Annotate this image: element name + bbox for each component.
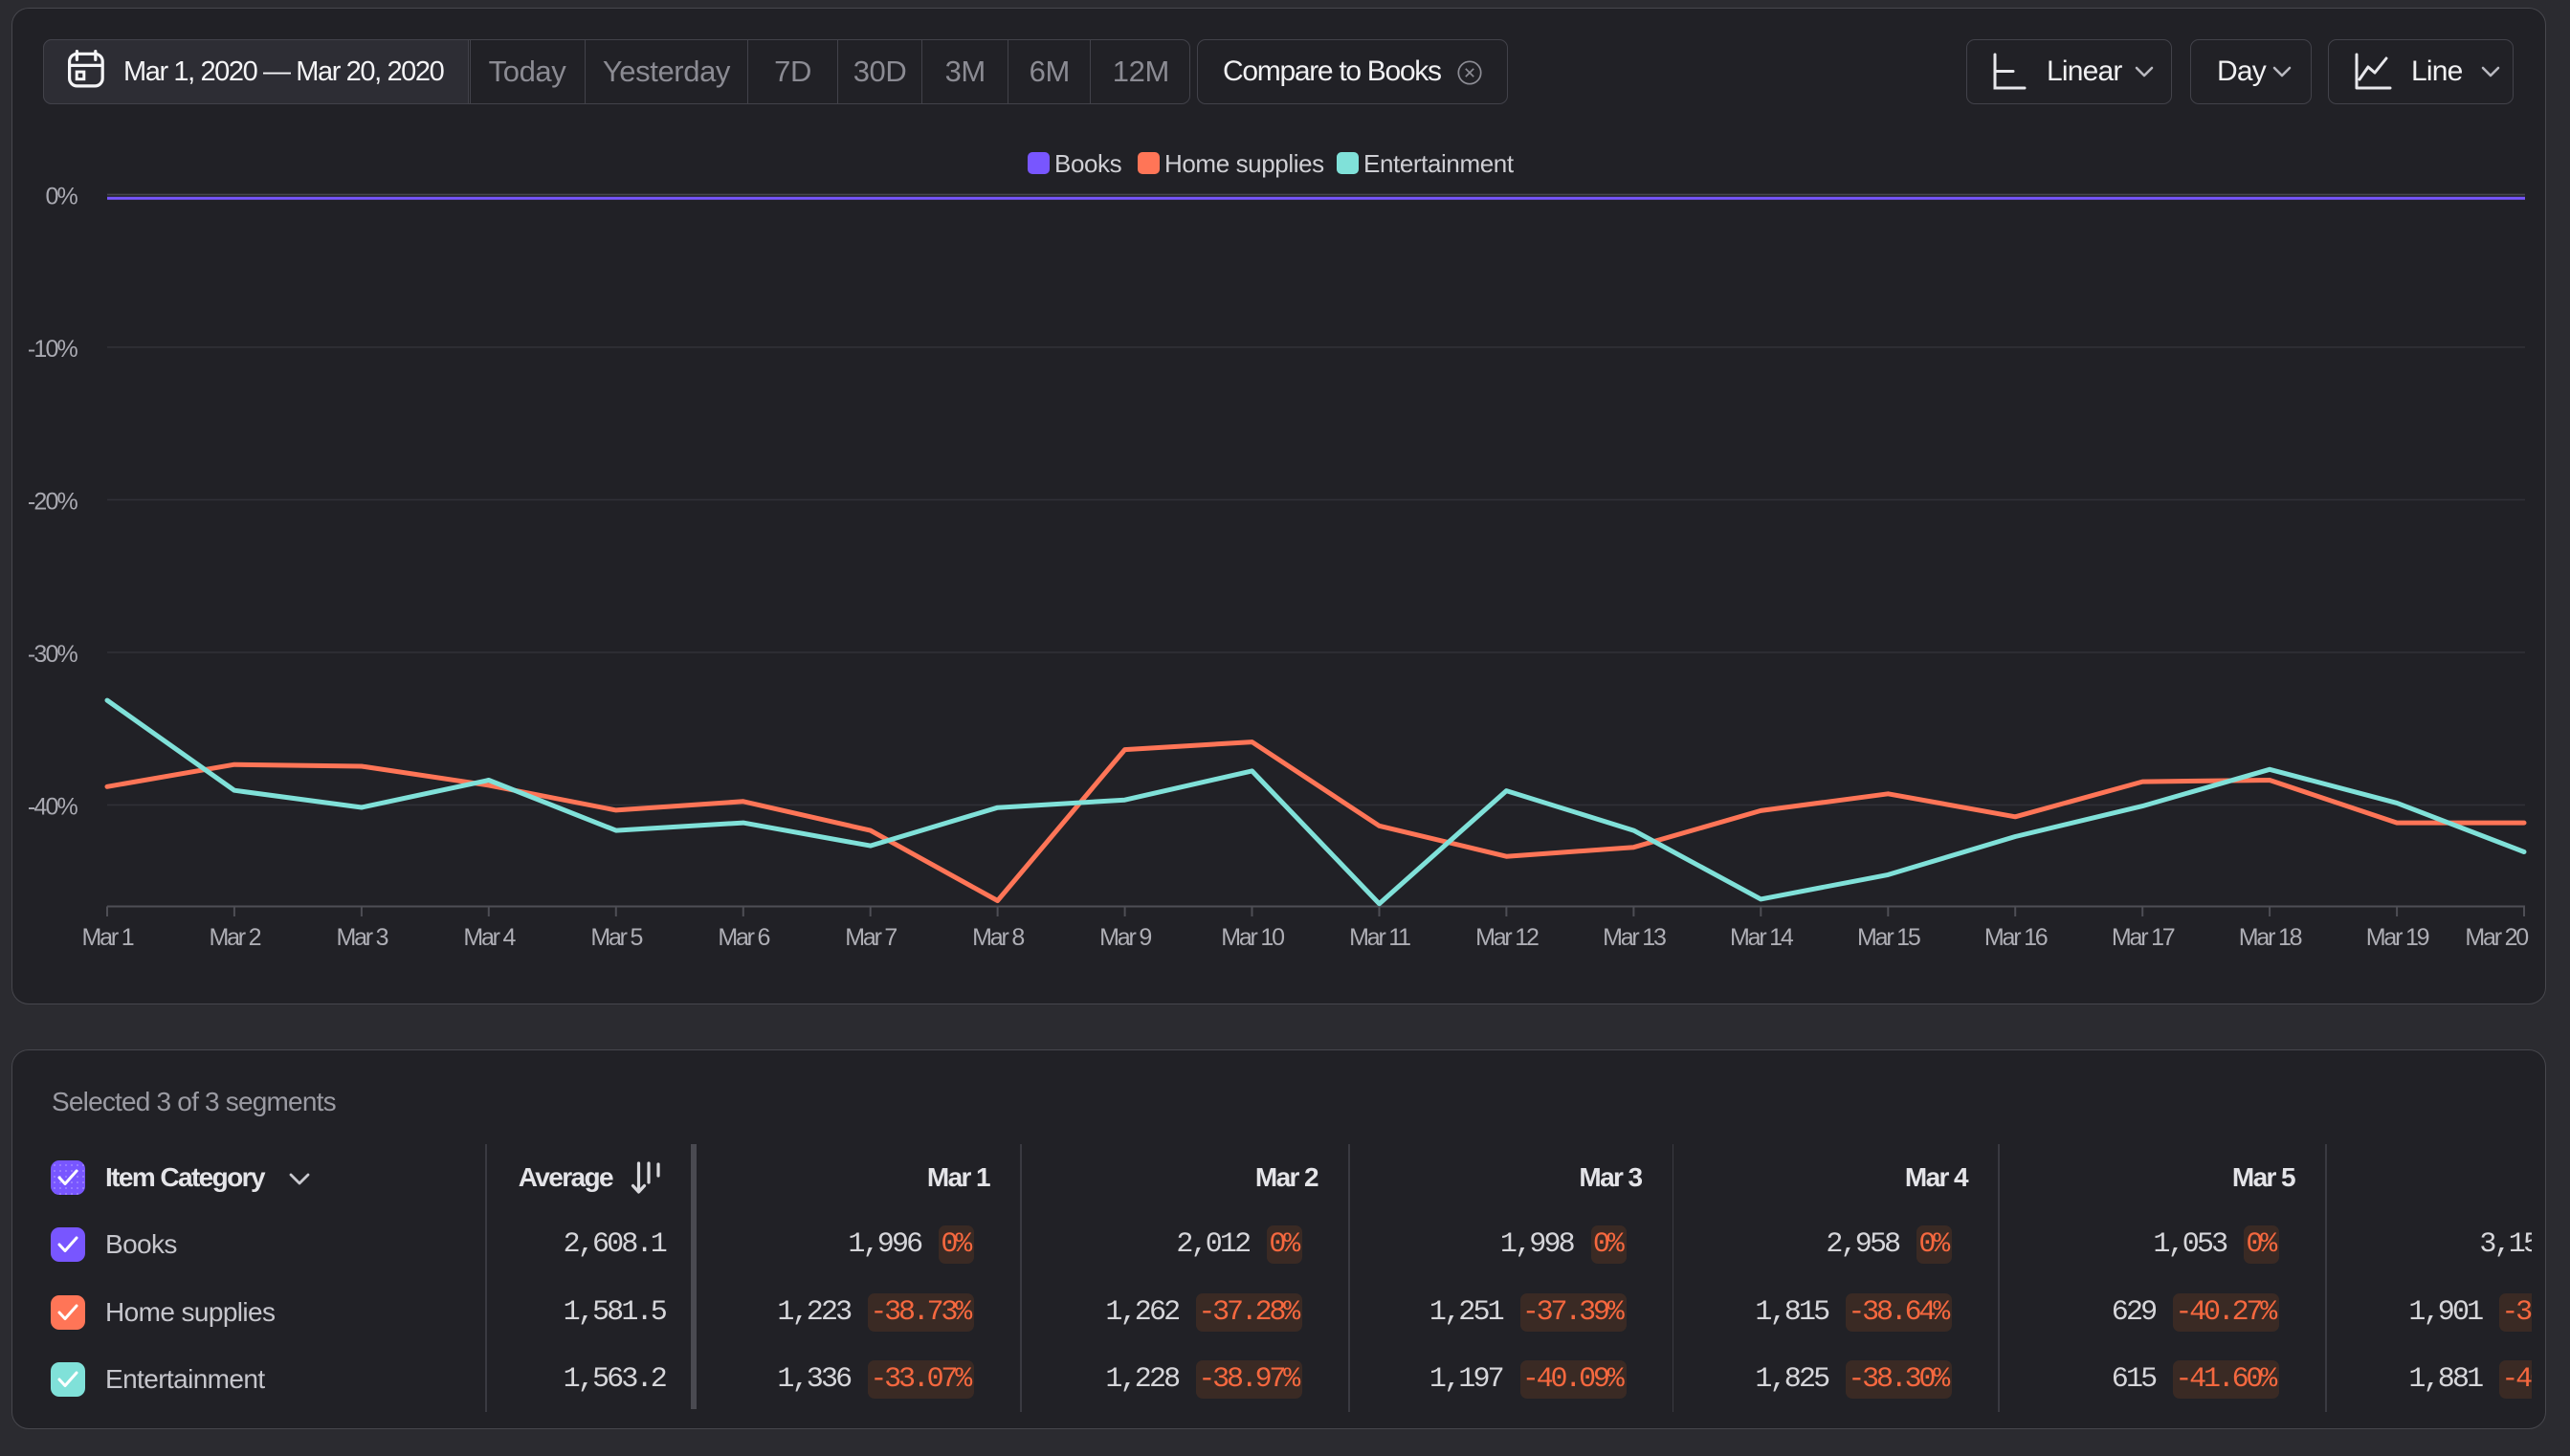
svg-text:-30%: -30% xyxy=(28,641,78,668)
svg-text:Mar 18: Mar 18 xyxy=(2239,924,2302,951)
svg-text:Mar 8: Mar 8 xyxy=(972,924,1024,951)
svg-text:Mar 2: Mar 2 xyxy=(209,924,260,951)
svg-text:Mar 12: Mar 12 xyxy=(1475,924,1539,951)
svg-text:Mar 16: Mar 16 xyxy=(1984,924,2048,951)
svg-text:Mar 6: Mar 6 xyxy=(718,924,769,951)
svg-text:-20%: -20% xyxy=(28,488,78,515)
svg-text:Mar 9: Mar 9 xyxy=(1099,924,1151,951)
svg-text:Mar 7: Mar 7 xyxy=(845,924,897,951)
svg-text:Mar 10: Mar 10 xyxy=(1221,924,1284,951)
svg-text:-40%: -40% xyxy=(28,793,78,820)
svg-text:0%: 0% xyxy=(45,183,78,210)
svg-text:Mar 11: Mar 11 xyxy=(1349,924,1410,951)
svg-text:Mar 5: Mar 5 xyxy=(590,924,642,951)
svg-text:Mar 20: Mar 20 xyxy=(2465,924,2528,951)
svg-text:Mar 14: Mar 14 xyxy=(1730,924,1794,951)
svg-text:Mar 4: Mar 4 xyxy=(463,924,516,951)
svg-text:-10%: -10% xyxy=(28,336,78,363)
svg-text:Mar 17: Mar 17 xyxy=(2112,924,2175,951)
svg-text:Mar 13: Mar 13 xyxy=(1603,924,1666,951)
svg-text:Mar 1: Mar 1 xyxy=(82,924,134,951)
svg-text:Mar 19: Mar 19 xyxy=(2366,924,2429,951)
svg-text:Mar 15: Mar 15 xyxy=(1857,924,1920,951)
svg-text:Mar 3: Mar 3 xyxy=(336,924,388,951)
